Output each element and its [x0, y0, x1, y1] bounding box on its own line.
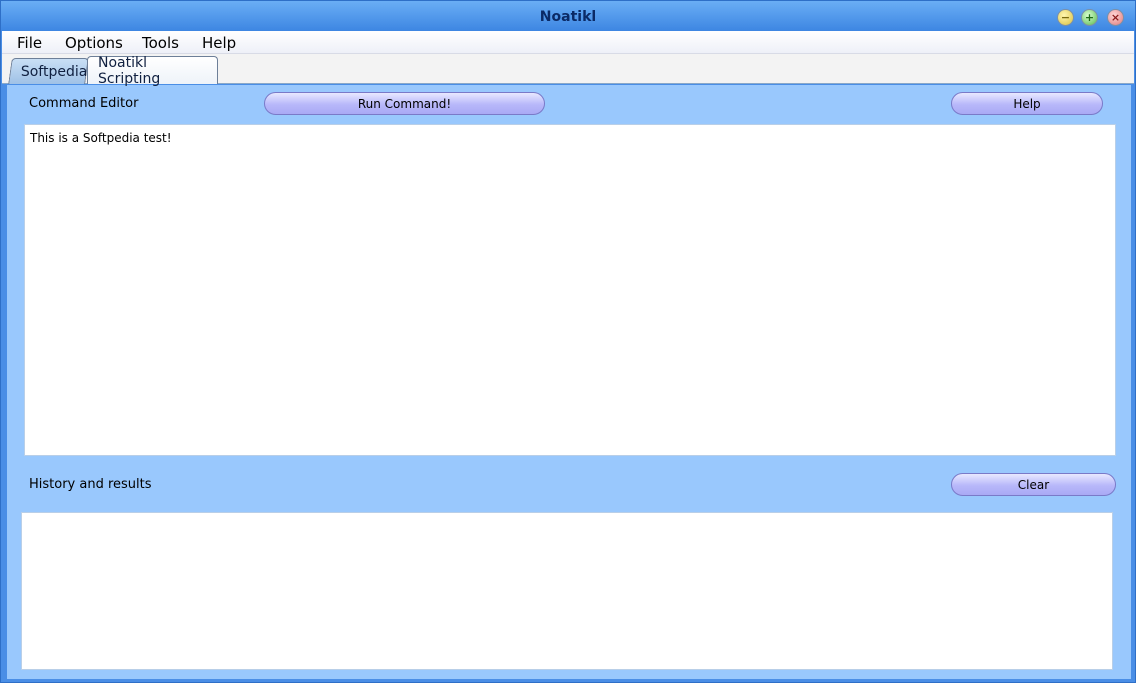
menu-bar: File Options Tools Help	[2, 31, 1134, 54]
tab-softpedia-label: Softpedia	[20, 63, 88, 80]
command-editor-label: Command Editor	[29, 96, 139, 111]
app-window: Noatikl − + × File Options Tools Help So…	[0, 0, 1136, 683]
close-icon: ×	[1110, 11, 1121, 24]
help-button[interactable]: Help	[951, 92, 1103, 115]
menu-help[interactable]: Help	[202, 34, 236, 52]
menu-file[interactable]: File	[17, 34, 42, 52]
title-bar[interactable]: Noatikl − + ×	[1, 1, 1135, 31]
scripting-panel: Command Editor Run Command! Help This is…	[7, 85, 1131, 679]
history-results-area[interactable]	[21, 512, 1113, 670]
minimize-button[interactable]: −	[1057, 9, 1074, 26]
tab-noatikl-scripting-label: Noatikl Scripting	[98, 54, 161, 87]
minimize-icon: −	[1060, 11, 1071, 24]
run-command-button[interactable]: Run Command!	[264, 92, 545, 115]
menu-options[interactable]: Options	[65, 34, 123, 52]
menu-tools[interactable]: Tools	[142, 34, 179, 52]
clear-button[interactable]: Clear	[951, 473, 1116, 496]
history-label: History and results	[29, 477, 152, 492]
tab-noatikl-scripting[interactable]: Noatikl Scripting	[87, 54, 218, 87]
maximize-button[interactable]: +	[1081, 9, 1098, 26]
tab-bar: Softpedia Noatikl Scripting	[2, 54, 1134, 87]
close-button[interactable]: ×	[1107, 9, 1124, 26]
maximize-icon: +	[1084, 11, 1095, 24]
window-title: Noatikl	[539, 9, 597, 25]
tab-softpedia[interactable]: Softpedia	[8, 58, 89, 84]
command-editor-textarea[interactable]: This is a Softpedia test!	[24, 124, 1116, 456]
